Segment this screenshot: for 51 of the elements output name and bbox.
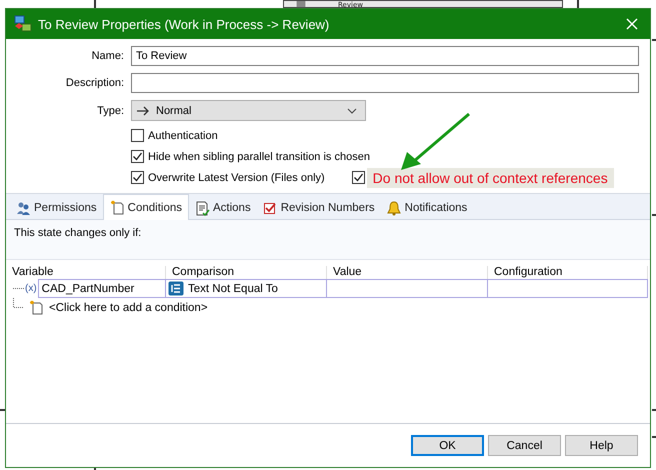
table-cell[interactable]: Text Not Equal To — [166, 279, 327, 298]
close-icon — [626, 18, 638, 30]
table-cell[interactable]: CAD_PartNumber — [38, 279, 166, 298]
add-condition-link[interactable]: <Click here to add a condition> — [49, 302, 208, 314]
variable-icon: (x) — [25, 283, 37, 294]
checkmark-icon — [132, 151, 143, 162]
checkmark-icon — [352, 172, 364, 183]
note-icon — [110, 200, 125, 215]
bell-icon — [386, 200, 402, 216]
field-label: Description: — [64, 77, 125, 89]
field-label: Type: — [96, 104, 125, 116]
arrow-icon — [136, 106, 150, 116]
tab[interactable]: Notifications — [380, 197, 474, 219]
tree-connector-icon — [13, 288, 24, 289]
dialog-button[interactable]: Cancel — [488, 435, 561, 456]
checkbox-label: Authentication — [148, 130, 218, 142]
column-header: Configuration — [488, 266, 648, 279]
instruction-text: This state changes only if: — [13, 226, 142, 241]
column-header: Value — [327, 266, 488, 279]
people-icon — [16, 200, 31, 216]
checkbox-label: Hide when sibling parallel transition is chosen — [148, 150, 370, 162]
window-title: To Review Properties (Work in Process -> Review) — [38, 16, 330, 32]
dialog-button[interactable]: Help — [565, 435, 638, 456]
list-icon — [168, 281, 184, 296]
checkbox[interactable] — [352, 171, 365, 184]
field-label: Name: — [90, 50, 125, 62]
checkbox[interactable] — [131, 171, 144, 184]
tree-connector-icon — [13, 298, 24, 308]
text-field[interactable] — [131, 73, 639, 93]
tab[interactable]: Actions — [188, 197, 257, 219]
annotation-callout: Do not allow out of context references — [366, 168, 614, 188]
document-icon — [194, 200, 210, 216]
dialog-button[interactable]: OK — [411, 435, 484, 456]
checkbox[interactable] — [131, 150, 144, 163]
chevron-icon — [347, 108, 357, 114]
checkbox[interactable] — [131, 129, 144, 142]
table-cell[interactable] — [327, 279, 488, 298]
new-note-icon — [29, 300, 43, 316]
text-field[interactable]: To Review — [131, 46, 639, 66]
column-header: Comparison — [166, 266, 327, 279]
table-cell[interactable] — [488, 279, 648, 298]
workflow-icon — [14, 15, 32, 33]
checkbox-icon — [262, 200, 278, 216]
tab[interactable]: Permissions — [10, 197, 103, 219]
type-dropdown[interactable]: Normal — [131, 100, 366, 121]
column-header: Variable — [6, 266, 166, 279]
dropdown-value: Normal — [156, 104, 192, 116]
tab[interactable]: Revision Numbers — [256, 197, 381, 219]
checkmark-icon — [132, 172, 143, 183]
tab[interactable]: Conditions — [102, 194, 189, 220]
checkbox-label: Overwrite Latest Version (Files only) — [148, 172, 325, 184]
